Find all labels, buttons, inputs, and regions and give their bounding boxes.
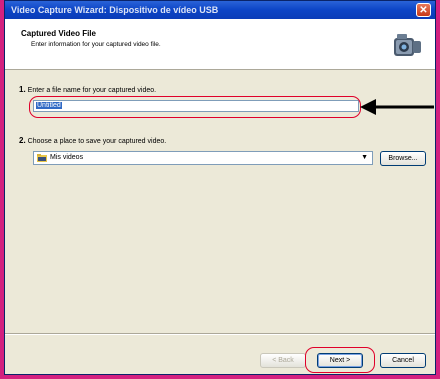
save-location-select[interactable]: Mis videos ▼ — [33, 151, 373, 165]
footer-divider — [5, 333, 435, 335]
save-location-value: Mis videos — [50, 154, 84, 161]
camcorder-icon — [394, 34, 421, 56]
wizard-header: Captured Video File Enter information fo… — [5, 19, 435, 70]
step1-label: 1. Enter a file name for your captured vi… — [19, 85, 156, 94]
back-button[interactable]: < Back — [260, 353, 306, 368]
browse-button[interactable]: Browse... — [380, 151, 426, 166]
step2-label: 2. Choose a place to save your captured v… — [19, 136, 166, 145]
chevron-down-icon[interactable]: ▼ — [361, 153, 368, 163]
wizard-content: 1. Enter a file name for your captured vi… — [5, 69, 435, 333]
annotation-arrow-icon — [360, 99, 434, 115]
page-title: Captured Video File — [21, 29, 96, 38]
step2-number: 2. — [19, 136, 26, 145]
close-button[interactable]: ✕ — [416, 3, 431, 17]
step1-text: Enter a file name for your captured vide… — [27, 87, 157, 94]
wizard-window: Video Capture Wizard: Dispositivo de víd… — [4, 0, 436, 375]
annotation-ring-next — [305, 347, 375, 373]
close-icon: ✕ — [419, 5, 428, 16]
title-bar[interactable]: Video Capture Wizard: Dispositivo de víd… — [5, 1, 435, 19]
step2-text: Choose a place to save your captured vid… — [27, 138, 167, 145]
page-subtitle: Enter information for your captured vide… — [31, 41, 161, 48]
window-title: Video Capture Wizard: Dispositivo de víd… — [11, 5, 219, 15]
step1-number: 1. — [19, 85, 26, 94]
cancel-button[interactable]: Cancel — [380, 353, 426, 368]
folder-icon — [37, 154, 47, 162]
annotation-ring-input — [29, 96, 361, 118]
